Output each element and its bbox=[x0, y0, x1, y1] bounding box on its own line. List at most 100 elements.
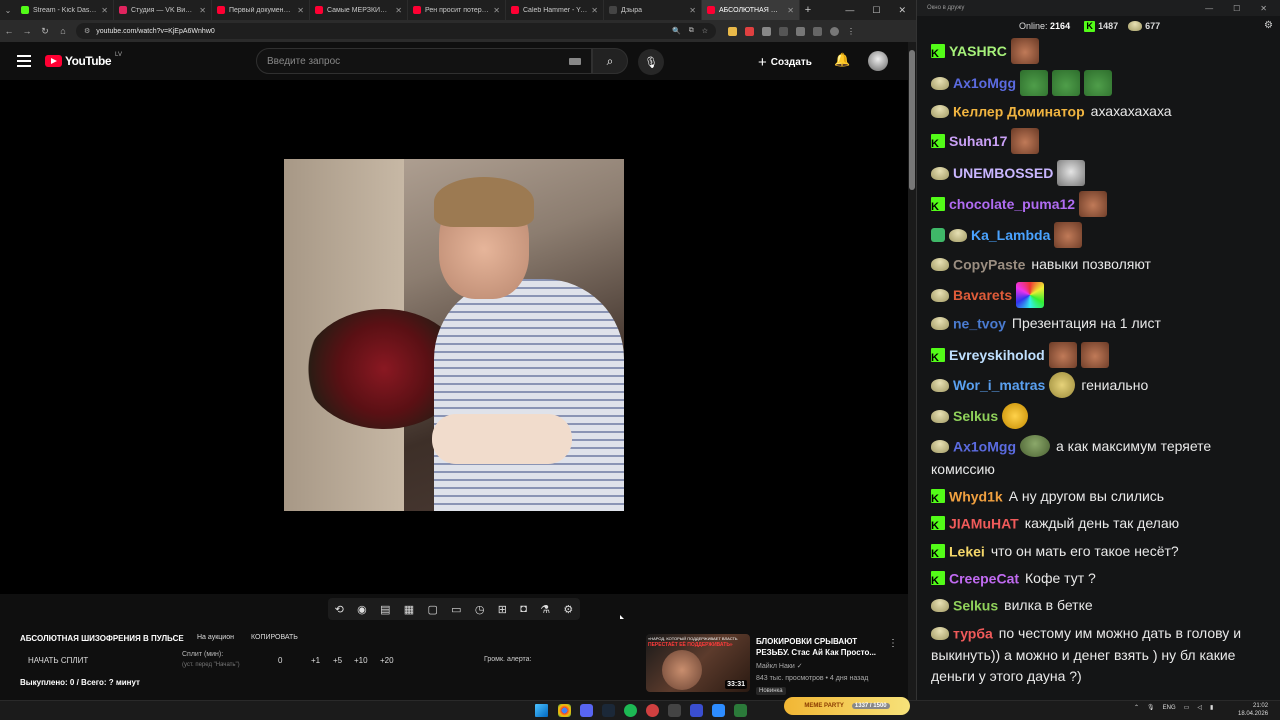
chat-username[interactable]: Selkus bbox=[953, 597, 998, 613]
more-options-icon[interactable]: ⋮ bbox=[888, 638, 898, 649]
settings-icon[interactable]: ⚙ bbox=[563, 603, 573, 616]
flask-icon[interactable]: ⚗ bbox=[540, 603, 550, 616]
chat-username[interactable]: YASHRC bbox=[949, 43, 1007, 59]
channel-name[interactable]: Майкл Наки ✓ bbox=[756, 662, 803, 670]
account-avatar[interactable] bbox=[868, 51, 888, 71]
obs-icon[interactable] bbox=[646, 704, 659, 717]
chat-username[interactable]: Ax1oMgg bbox=[953, 438, 1016, 454]
extension-icon[interactable] bbox=[745, 26, 754, 36]
app-icon[interactable] bbox=[668, 704, 681, 717]
url-field[interactable]: ⚙ youtube.com/watch?v=KjEpA6Wnhw0 🔍 ⧉ ☆ bbox=[76, 23, 716, 39]
puzzle-icon[interactable] bbox=[779, 26, 788, 36]
recommended-title[interactable]: БЛОКИРОВКИ СРЫВАЮТ РЕЗЬБУ. Стас Ай Как П… bbox=[756, 636, 890, 658]
add-1-button[interactable]: +1 bbox=[311, 656, 320, 665]
chat-username[interactable]: турба bbox=[953, 625, 993, 641]
extension-icon[interactable] bbox=[762, 26, 771, 36]
app-icon[interactable] bbox=[690, 704, 703, 717]
keyboard-icon[interactable] bbox=[569, 57, 581, 65]
auction-button[interactable]: На аукцион bbox=[197, 634, 234, 641]
chat-username[interactable]: Wor_i_matras bbox=[953, 377, 1045, 393]
site-info-icon[interactable]: ⚙ bbox=[84, 27, 90, 35]
chat-username[interactable]: chocolate_puma12 bbox=[949, 196, 1075, 212]
chat-username[interactable]: Evreyskiholod bbox=[949, 347, 1045, 363]
chat-username[interactable]: Bavarets bbox=[953, 287, 1012, 303]
bookmark-star-icon[interactable]: ☆ bbox=[702, 27, 708, 35]
chat-username[interactable]: CopyPaste bbox=[953, 256, 1025, 272]
mic-tray-icon[interactable]: 🎙 bbox=[1147, 704, 1155, 711]
chat-username[interactable]: Келлер Доминатор bbox=[953, 103, 1085, 119]
close-button[interactable]: ✕ bbox=[1260, 4, 1267, 13]
reload-button[interactable]: ↻ bbox=[36, 26, 54, 37]
audio-icon[interactable]: ◉ bbox=[357, 603, 367, 616]
chat-username[interactable]: ne_tvoy bbox=[953, 315, 1006, 331]
voice-search-button[interactable]: 🎙 bbox=[638, 49, 664, 75]
profile-icon[interactable] bbox=[830, 26, 839, 36]
browser-tab[interactable]: Caleb Hammer - YouTube✕ bbox=[506, 0, 604, 20]
search-input[interactable]: Введите запрос bbox=[256, 48, 592, 74]
maximize-button[interactable]: ☐ bbox=[872, 5, 880, 16]
chat-username[interactable]: Whyd1k bbox=[949, 488, 1003, 504]
scrollbar-thumb[interactable] bbox=[909, 50, 915, 190]
tab-close-icon[interactable]: ✕ bbox=[297, 6, 304, 15]
forward-button[interactable]: → bbox=[18, 26, 36, 36]
language-indicator[interactable]: ENG bbox=[1163, 705, 1176, 711]
add-5-button[interactable]: +5 bbox=[333, 656, 342, 665]
download-icon[interactable] bbox=[813, 26, 822, 36]
start-button[interactable] bbox=[535, 704, 548, 717]
new-tab-button[interactable]: + bbox=[800, 4, 816, 16]
chat-username[interactable]: Lekei bbox=[949, 543, 985, 559]
home-button[interactable]: ⌂ bbox=[54, 26, 72, 36]
page-scrollbar[interactable] bbox=[908, 42, 916, 700]
maximize-button[interactable]: ☐ bbox=[1233, 4, 1240, 13]
frame-icon[interactable]: ▢ bbox=[427, 603, 437, 616]
install-icon[interactable]: ⧉ bbox=[689, 27, 694, 35]
app-icon[interactable] bbox=[734, 704, 747, 717]
browser-tab[interactable]: Студия — VK Видео Live✕ bbox=[114, 0, 212, 20]
add-20-button[interactable]: +20 bbox=[380, 656, 394, 665]
back-button[interactable]: ← bbox=[0, 26, 18, 36]
tab-close-icon[interactable]: ✕ bbox=[689, 6, 696, 15]
zoom-icon[interactable]: 🔍 bbox=[672, 27, 681, 35]
chat-username[interactable]: UNEMBOSSED bbox=[953, 165, 1053, 181]
chat-username[interactable]: Ka_Lambda bbox=[971, 227, 1050, 243]
tab-close-icon[interactable]: ✕ bbox=[101, 6, 108, 15]
pip-icon[interactable]: ⊞ bbox=[498, 603, 507, 616]
tab-close-icon[interactable]: ✕ bbox=[493, 6, 500, 15]
notifications-bell-icon[interactable]: 🔔 bbox=[834, 52, 850, 68]
chat-username[interactable]: Suhan17 bbox=[949, 133, 1007, 149]
youtube-logo[interactable]: YouTube LV bbox=[45, 52, 122, 68]
steam-icon[interactable] bbox=[602, 704, 615, 717]
clapper-icon[interactable]: ▦ bbox=[404, 603, 414, 616]
loop-icon[interactable]: ⟲ bbox=[335, 603, 344, 616]
recommended-thumbnail[interactable]: «НАРОД, КОТОРЫЙ ПОДДЕРЖИВАЕТ ВЛАСТЬ ПЕРЕ… bbox=[646, 634, 750, 692]
minimize-button[interactable]: — bbox=[1205, 4, 1213, 13]
video-player[interactable] bbox=[0, 80, 908, 594]
chat-username[interactable]: Ax1oMgg bbox=[953, 75, 1016, 91]
create-button[interactable]: + Создать bbox=[758, 52, 812, 72]
volume-icon[interactable]: ◁ bbox=[1197, 704, 1202, 711]
browser-menu-icon[interactable]: ⋮ bbox=[847, 27, 855, 36]
film-icon[interactable]: ▭ bbox=[451, 603, 461, 616]
browser-tab[interactable]: Самые МЕРЗКИЕ форумы ✕ bbox=[310, 0, 408, 20]
meme-party-widget[interactable]: MEME PARTY 1337 / 1500 bbox=[784, 697, 910, 715]
browser-tab[interactable]: Рен просит потерпеть ✕ bbox=[408, 0, 506, 20]
tab-close-icon[interactable]: ✕ bbox=[787, 6, 794, 15]
chat-username[interactable]: Selkus bbox=[953, 408, 998, 424]
minimize-button[interactable]: — bbox=[845, 5, 854, 16]
browser-tab[interactable]: Stream - Kick Dashboard✕ bbox=[16, 0, 114, 20]
chat-settings-icon[interactable]: ⚙ bbox=[1264, 20, 1273, 31]
search-button[interactable]: ⌕ bbox=[592, 48, 628, 74]
browser-tab[interactable]: АБСОЛЮТНАЯ ШИЗОФРЕНИЯ ✕ bbox=[702, 0, 800, 20]
chrome-icon[interactable] bbox=[558, 704, 571, 717]
tab-search-button[interactable]: ⌄ bbox=[0, 0, 16, 20]
add-10-button[interactable]: +10 bbox=[354, 656, 368, 665]
tray-chevron-icon[interactable]: ⌃ bbox=[1134, 704, 1139, 711]
tab-close-icon[interactable]: ✕ bbox=[591, 6, 598, 15]
start-split-button[interactable]: НАЧАТЬ СПЛИТ bbox=[28, 656, 88, 665]
hamburger-menu-icon[interactable] bbox=[17, 55, 31, 67]
tab-close-icon[interactable]: ✕ bbox=[199, 6, 206, 15]
copy-button[interactable]: КОПИРОВАТЬ bbox=[251, 634, 298, 641]
speed-icon[interactable]: ◷ bbox=[475, 603, 485, 616]
screenshot-list-icon[interactable]: ▤ bbox=[380, 603, 390, 616]
chat-username[interactable]: CreepeCat bbox=[949, 570, 1019, 586]
